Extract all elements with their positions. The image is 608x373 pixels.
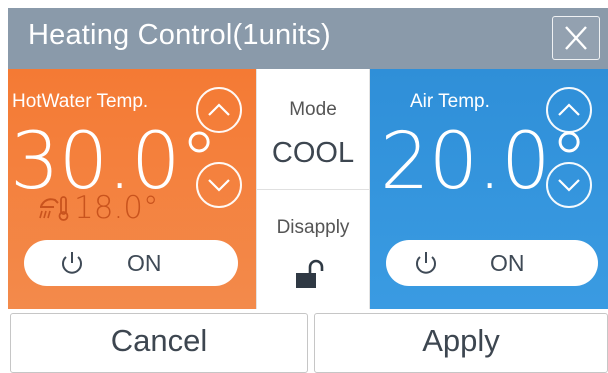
- chevron-up-icon: [208, 103, 230, 116]
- mode-value[interactable]: COOL: [257, 137, 369, 170]
- air-temp-up-button[interactable]: [546, 87, 592, 133]
- hot-water-power-label: ON: [127, 250, 162, 276]
- air-power-label: ON: [490, 250, 525, 276]
- hot-water-temp-up-button[interactable]: [196, 87, 242, 133]
- power-icon: [62, 252, 82, 274]
- hot-water-power-toggle[interactable]: ON: [24, 240, 238, 286]
- air-power-toggle[interactable]: ON: [386, 240, 598, 286]
- mode-panel: Mode COOL Disapply: [256, 69, 370, 309]
- title-bar: Heating Control(1units): [8, 8, 608, 69]
- close-icon: [565, 26, 587, 50]
- hot-water-temp-down-button[interactable]: [196, 162, 242, 208]
- lock-label: Disapply: [276, 217, 350, 238]
- apply-button[interactable]: Apply: [314, 313, 608, 373]
- hot-water-panel: HotWater Temp. 30.0° 18.0° ON: [8, 69, 256, 309]
- cancel-button[interactable]: Cancel: [10, 313, 308, 373]
- power-icon: [416, 252, 436, 274]
- air-temp-down-button[interactable]: [546, 162, 592, 208]
- chevron-down-icon: [558, 179, 580, 192]
- chevron-up-icon: [558, 103, 580, 116]
- hot-water-label: HotWater Temp.: [12, 91, 149, 112]
- unlock-icon[interactable]: [293, 257, 327, 291]
- hot-water-current-temperature: 18.0°: [74, 190, 159, 226]
- chevron-down-icon: [208, 179, 230, 192]
- close-button[interactable]: [552, 16, 600, 60]
- mode-divider: [257, 189, 369, 190]
- air-label: Air Temp.: [410, 91, 490, 112]
- dialog-title: Heating Control(1units): [28, 19, 331, 51]
- mode-label: Mode: [289, 99, 337, 120]
- air-panel: Air Temp. 20.0° ON: [370, 69, 608, 309]
- shower-thermometer-icon: [39, 196, 69, 221]
